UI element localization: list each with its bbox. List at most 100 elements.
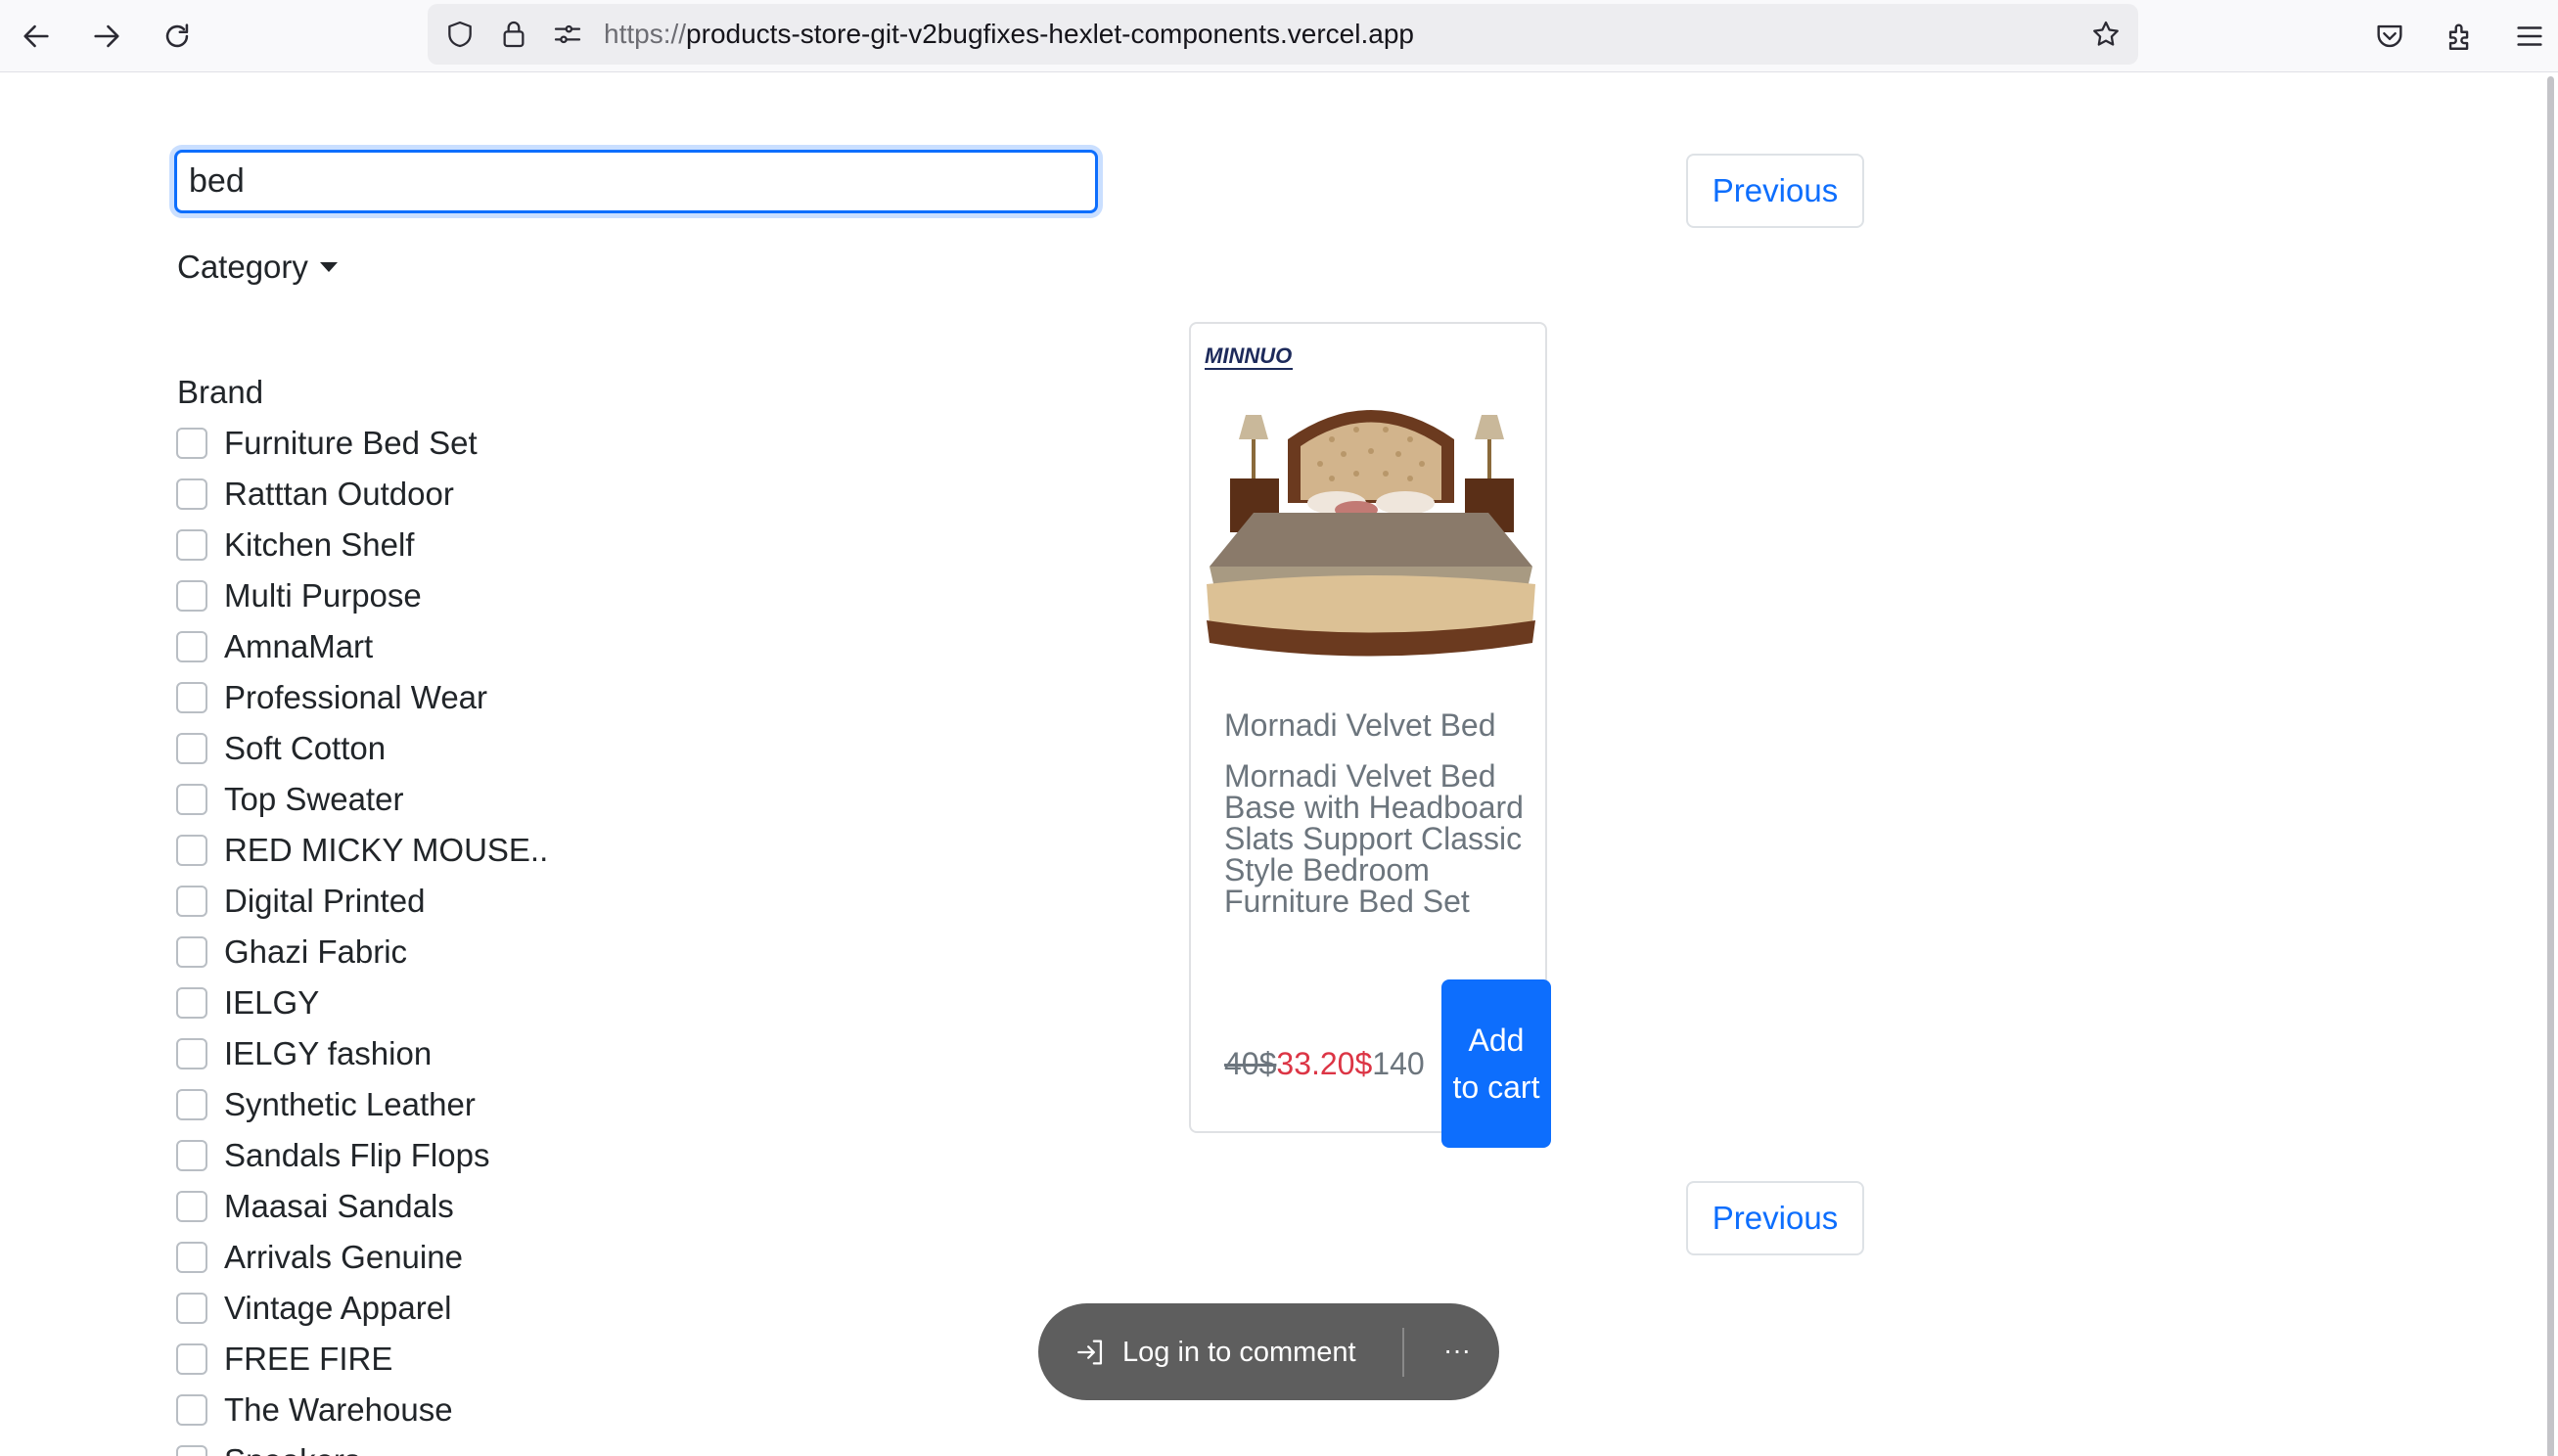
brand-checkbox[interactable] [176, 580, 207, 612]
brand-filter-item[interactable]: Professional Wear [176, 672, 763, 723]
reload-button[interactable] [154, 13, 201, 60]
category-label: Category [177, 249, 308, 285]
brand-filter-item[interactable]: Synthetic Leather [176, 1079, 763, 1130]
brand-filter-item[interactable]: Sandals Flip Flops [176, 1130, 763, 1181]
forward-arrow-icon [94, 24, 119, 48]
lock-icon[interactable] [497, 18, 530, 51]
brand-label[interactable]: Digital Printed [224, 883, 425, 920]
log-in-to-comment-button[interactable]: Log in to comment [1122, 1333, 1356, 1372]
brand-filter-item[interactable]: FREE FIRE [176, 1334, 763, 1385]
product-title: Mornadi Velvet Bed [1224, 707, 1496, 743]
brand-checkbox[interactable] [176, 428, 207, 459]
address-bar[interactable]: https://products-store-git-v2bugfixes-he… [428, 4, 2138, 65]
menu-button[interactable] [2506, 13, 2553, 60]
brand-filter-item[interactable]: Arrivals Genuine [176, 1232, 763, 1283]
previous-button-bottom[interactable]: Previous [1686, 1181, 1864, 1255]
more-options-button[interactable]: ··· [1438, 1331, 1477, 1370]
back-button[interactable] [13, 13, 60, 60]
brand-checkbox[interactable] [176, 835, 207, 866]
brand-checkbox[interactable] [176, 1140, 207, 1171]
product-image-brand: MINNUO [1205, 343, 1292, 368]
brand-label[interactable]: Arrivals Genuine [224, 1239, 463, 1276]
brand-checkbox[interactable] [176, 1445, 207, 1456]
brand-filter-item[interactable]: Vintage Apparel [176, 1283, 763, 1334]
brand-label[interactable]: FREE FIRE [224, 1341, 392, 1378]
brand-filter-item[interactable]: Top Sweater [176, 774, 763, 825]
brand-label[interactable]: RED MICKY MOUSE.. [224, 832, 548, 869]
pocket-button[interactable] [2366, 13, 2413, 60]
brand-filter-item[interactable]: RED MICKY MOUSE.. [176, 825, 763, 876]
search-input[interactable] [174, 150, 1098, 213]
brand-label[interactable]: Kitchen Shelf [224, 526, 414, 564]
brand-filter-list: Furniture Bed Set Ratttan Outdoor Kitchen … [176, 418, 763, 1456]
brand-label[interactable]: Ratttan Outdoor [224, 476, 454, 513]
page-scrollbar-thumb[interactable] [2547, 76, 2554, 1456]
brand-filter-item[interactable]: Furniture Bed Set [176, 418, 763, 469]
brand-label[interactable]: Sneakers [224, 1442, 360, 1456]
product-description: Mornadi Velvet Bed Base with Headboard S… [1224, 758, 1524, 919]
old-price: 40$ [1224, 1046, 1277, 1081]
brand-checkbox[interactable] [176, 886, 207, 917]
brand-checkbox[interactable] [176, 1242, 207, 1273]
brand-checkbox[interactable] [176, 1089, 207, 1120]
brand-label[interactable]: IELGY fashion [224, 1035, 432, 1072]
brand-filter-item[interactable]: Ratttan Outdoor [176, 469, 763, 520]
shield-icon[interactable] [443, 18, 477, 51]
brand-checkbox[interactable] [176, 1038, 207, 1069]
brand-filter-item[interactable]: Multi Purpose [176, 570, 763, 621]
star-icon[interactable] [2089, 18, 2123, 51]
brand-checkbox[interactable] [176, 733, 207, 764]
brand-label[interactable]: Ghazi Fabric [224, 933, 407, 971]
menu-icon [2517, 26, 2542, 46]
brand-filter-item[interactable]: Ghazi Fabric [176, 927, 763, 978]
brand-filter-item[interactable]: Digital Printed [176, 876, 763, 927]
add-to-cart-button[interactable]: Add to cart [1441, 979, 1551, 1148]
brand-filter-item[interactable]: IELGY fashion [176, 1028, 763, 1079]
brand-filter-item[interactable]: Kitchen Shelf [176, 520, 763, 570]
brand-checkbox[interactable] [176, 987, 207, 1019]
brand-filter-item[interactable]: AmnaMart [176, 621, 763, 672]
brand-filter-item[interactable]: IELGY [176, 978, 763, 1028]
brand-checkbox[interactable] [176, 529, 207, 561]
reload-icon [165, 23, 189, 48]
caret-down-icon [319, 262, 338, 272]
toolbar-divider [1402, 1328, 1404, 1377]
brand-checkbox[interactable] [176, 1293, 207, 1324]
permissions-icon[interactable] [551, 18, 584, 51]
brand-label[interactable]: Soft Cotton [224, 730, 386, 767]
url-text[interactable]: https://products-store-git-v2bugfixes-he… [604, 18, 1414, 51]
brand-filter-item[interactable]: Sneakers [176, 1435, 763, 1456]
product-image[interactable]: MINNUO [1195, 332, 1543, 679]
brand-checkbox[interactable] [176, 784, 207, 815]
base-price: 140 [1372, 1046, 1425, 1081]
brand-label[interactable]: Maasai Sandals [224, 1188, 454, 1225]
brand-checkbox[interactable] [176, 936, 207, 968]
brand-label[interactable]: Sandals Flip Flops [224, 1137, 489, 1174]
previous-button-top[interactable]: Previous [1686, 154, 1864, 228]
brand-label[interactable]: Professional Wear [224, 679, 487, 716]
brand-label[interactable]: The Warehouse [224, 1391, 453, 1429]
brand-label[interactable]: Furniture Bed Set [224, 425, 478, 462]
brand-filter-item[interactable]: Soft Cotton [176, 723, 763, 774]
brand-checkbox[interactable] [176, 1394, 207, 1426]
brand-label[interactable]: Synthetic Leather [224, 1086, 476, 1123]
product-price: 40$33.20$140 [1224, 1046, 1425, 1082]
brand-checkbox[interactable] [176, 631, 207, 662]
extensions-button[interactable] [2437, 13, 2484, 60]
brand-checkbox[interactable] [176, 478, 207, 510]
brand-filter-item[interactable]: Maasai Sandals [176, 1181, 763, 1232]
category-dropdown[interactable]: Category [177, 247, 338, 288]
brand-label[interactable]: Top Sweater [224, 781, 403, 818]
comment-toolbar: Log in to comment ··· [1038, 1303, 1499, 1400]
forward-button[interactable] [83, 13, 130, 60]
brand-checkbox[interactable] [176, 1191, 207, 1222]
brand-label[interactable]: Multi Purpose [224, 577, 422, 614]
brand-filter-item[interactable]: The Warehouse [176, 1385, 763, 1435]
brand-label[interactable]: Vintage Apparel [224, 1290, 451, 1327]
pocket-icon [2377, 24, 2402, 48]
brand-checkbox[interactable] [176, 1343, 207, 1375]
brand-label[interactable]: AmnaMart [224, 628, 373, 665]
brand-label[interactable]: IELGY [224, 984, 319, 1022]
brand-checkbox[interactable] [176, 682, 207, 713]
brand-heading: Brand [177, 374, 264, 410]
